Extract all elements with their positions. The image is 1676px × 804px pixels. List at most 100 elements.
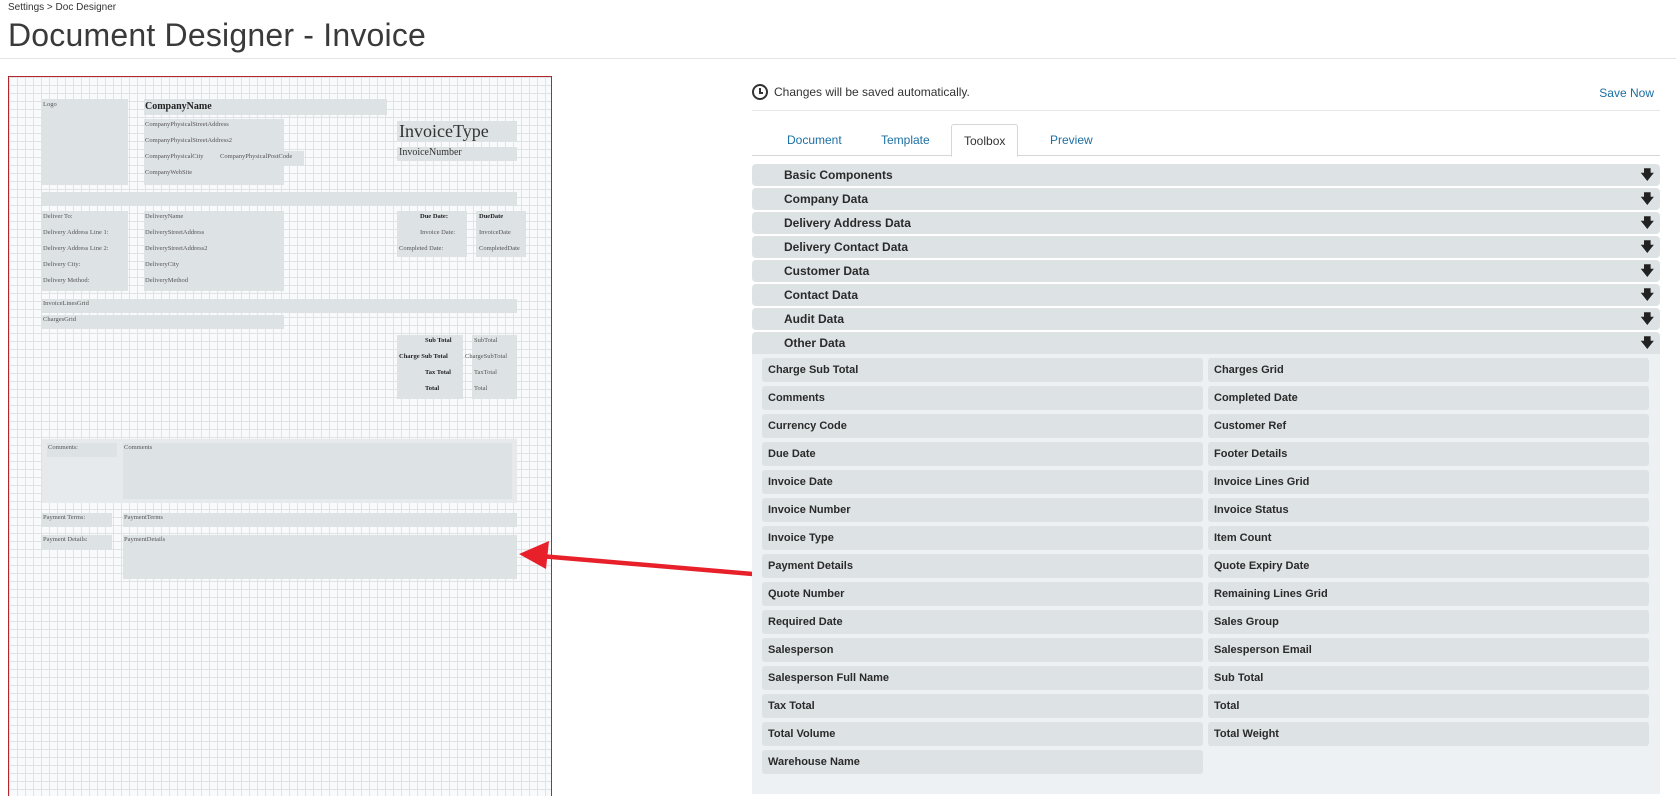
toolbox-item-footer-details[interactable]: Footer Details: [1208, 442, 1649, 466]
toolbox-item-payment-details[interactable]: Payment Details: [762, 554, 1203, 578]
toolbox-item-salesperson-full-name[interactable]: Salesperson Full Name: [762, 666, 1203, 690]
delivery-method-label: Delivery Method:: [43, 277, 90, 284]
save-now-link[interactable]: Save Now: [1599, 86, 1654, 100]
toolbox-item-total-weight[interactable]: Total Weight: [1208, 722, 1649, 746]
company-name-field: CompanyName: [145, 101, 212, 112]
section-delivery-contact-data[interactable]: Delivery Contact Data 🡇: [752, 236, 1660, 258]
toolbox-item-invoice-date[interactable]: Invoice Date: [762, 470, 1203, 494]
tax-total-field: TaxTotal: [474, 369, 497, 376]
tax-total-label: Tax Total: [425, 369, 451, 376]
toolbox-item-charges-grid[interactable]: Charges Grid: [1208, 358, 1649, 382]
toolbox-item-invoice-type[interactable]: Invoice Type: [762, 526, 1203, 550]
payment-terms-field: PaymentTerms: [124, 514, 163, 521]
toolbox-item-currency-code[interactable]: Currency Code: [762, 414, 1203, 438]
logo-block[interactable]: [42, 99, 128, 185]
toolbox-panel: Basic Components 🡇 Company Data 🡇 Delivery…: [752, 164, 1660, 804]
comments-field: Comments: [124, 444, 153, 451]
toolbox-item-due-date[interactable]: Due Date: [762, 442, 1203, 466]
arrow-down-icon: 🡇: [1640, 311, 1654, 326]
toolbox-item-invoice-lines-grid[interactable]: Invoice Lines Grid: [1208, 470, 1649, 494]
company-website-field: CompanyWebSite: [145, 169, 193, 176]
toolbox-item-customer-ref[interactable]: Customer Ref: [1208, 414, 1649, 438]
invoice-lines-grid-field: InvoiceLinesGrid: [43, 300, 89, 307]
section-audit-data[interactable]: Audit Data 🡇: [752, 308, 1660, 330]
toolbox-item-sub-total[interactable]: Sub Total: [1208, 666, 1649, 690]
toolbox-item-remaining-lines-grid[interactable]: Remaining Lines Grid: [1208, 582, 1649, 606]
toolbox-item-invoice-number[interactable]: Invoice Number: [762, 498, 1203, 522]
delivery-street2-field: DeliveryStreetAddress2: [145, 245, 208, 252]
section-label: Audit Data: [784, 312, 844, 326]
autosave-notice: Changes will be saved automatically.: [752, 84, 970, 100]
completed-date-label: Completed Date:: [399, 245, 444, 252]
section-label: Company Data: [784, 192, 869, 206]
section-label: Customer Data: [784, 264, 870, 278]
tab-preview[interactable]: Preview: [1038, 124, 1105, 156]
spacer-band[interactable]: [42, 192, 517, 206]
delivery-name-field: DeliveryName: [145, 213, 184, 220]
toolbox-item-charge-sub-total[interactable]: Charge Sub Total: [762, 358, 1203, 382]
toolbox-item-sales-group[interactable]: Sales Group: [1208, 610, 1649, 634]
comments-label: Comments:: [48, 444, 78, 451]
comments-value-block[interactable]: [123, 443, 512, 499]
invoice-lines-grid-block[interactable]: [42, 299, 517, 313]
tab-template[interactable]: Template: [869, 124, 942, 156]
section-contact-data[interactable]: Contact Data 🡇: [752, 284, 1660, 306]
charges-grid-block[interactable]: [42, 315, 284, 329]
delivery-street-field: DeliveryStreetAddress: [145, 229, 205, 236]
invoice-date-field: InvoiceDate: [479, 229, 511, 236]
company-street-field: CompanyPhysicalStreetAddress: [145, 121, 229, 128]
other-data-items: Charge Sub Total Charges Grid Comments C…: [752, 354, 1660, 794]
section-other-data[interactable]: Other Data 🡇: [752, 332, 1660, 354]
section-label: Contact Data: [784, 288, 859, 302]
toolbox-item-quote-number[interactable]: Quote Number: [762, 582, 1203, 606]
section-label: Basic Components: [784, 168, 893, 182]
toolbox-item-total[interactable]: Total: [1208, 694, 1649, 718]
sub-total-field: SubTotal: [474, 337, 498, 344]
charge-sub-total-field: ChargeSubTotal: [465, 353, 508, 360]
toolbox-item-item-count[interactable]: Item Count: [1208, 526, 1649, 550]
invoice-type-field: InvoiceType: [399, 121, 489, 141]
deliver-to-label: Deliver To:: [43, 213, 73, 220]
charges-grid-field: ChargesGrid: [43, 316, 77, 323]
company-postcode-field: CompanyPhysicalPostCode: [220, 153, 293, 160]
due-date-label: Due Date:: [420, 213, 448, 220]
toolbox-item-salesperson-email[interactable]: Salesperson Email: [1208, 638, 1649, 662]
arrow-down-icon: 🡇: [1640, 239, 1654, 254]
completed-date-field: CompletedDate: [479, 245, 520, 252]
autosave-text: Changes will be saved automatically.: [774, 85, 970, 99]
section-delivery-address-data[interactable]: Delivery Address Data 🡇: [752, 212, 1660, 234]
charge-sub-total-label: Charge Sub Total: [399, 353, 448, 360]
clock-icon: [752, 84, 768, 100]
toolbox-item-invoice-status[interactable]: Invoice Status: [1208, 498, 1649, 522]
payment-terms-value-block[interactable]: [123, 513, 517, 527]
section-company-data[interactable]: Company Data 🡇: [752, 188, 1660, 210]
panel-divider: [752, 110, 1660, 111]
toolbox-item-total-volume[interactable]: Total Volume: [762, 722, 1203, 746]
toolbox-item-salesperson[interactable]: Salesperson: [762, 638, 1203, 662]
delivery-method-field: DeliveryMethod: [145, 277, 188, 284]
delivery-city-field: DeliveryCity: [145, 261, 179, 268]
breadcrumb[interactable]: Settings > Doc Designer: [8, 2, 116, 13]
section-customer-data[interactable]: Customer Data 🡇: [752, 260, 1660, 282]
arrow-down-icon: 🡇: [1640, 167, 1654, 182]
tab-toolbox[interactable]: Toolbox: [951, 124, 1019, 157]
toolbox-item-comments[interactable]: Comments: [762, 386, 1203, 410]
section-basic-components[interactable]: Basic Components 🡇: [752, 164, 1660, 186]
toolbox-item-quote-expiry-date[interactable]: Quote Expiry Date: [1208, 554, 1649, 578]
document-canvas[interactable]: Logo CompanyName CompanyPhysicalStreetAd…: [8, 76, 552, 796]
total-label: Total: [425, 385, 440, 392]
arrow-down-icon: 🡇: [1640, 287, 1654, 302]
delivery-city-label: Delivery City:: [43, 261, 81, 268]
toolbox-item-required-date[interactable]: Required Date: [762, 610, 1203, 634]
company-city-field: CompanyPhysicalCity: [145, 153, 204, 160]
arrow-down-icon: 🡇: [1640, 335, 1654, 350]
toolbox-item-warehouse-name[interactable]: Warehouse Name: [762, 750, 1203, 774]
toolbox-item-tax-total[interactable]: Tax Total: [762, 694, 1203, 718]
toolbox-item-completed-date[interactable]: Completed Date: [1208, 386, 1649, 410]
tab-document[interactable]: Document: [775, 124, 854, 156]
company-street2-field: CompanyPhysicalStreetAddress2: [145, 137, 233, 144]
payment-details-field: PaymentDetails: [124, 536, 166, 543]
section-label: Other Data: [784, 336, 846, 350]
payment-details-value-block[interactable]: [123, 535, 517, 579]
designer-tabs: Document Template Toolbox Preview: [752, 124, 1660, 157]
